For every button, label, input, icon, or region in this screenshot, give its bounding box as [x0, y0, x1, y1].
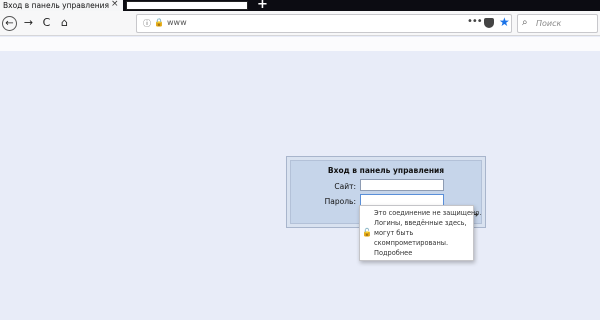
site-label: Сайт: [334, 182, 356, 191]
tab-title: Вход в панель управления [3, 1, 109, 10]
learn-more-link[interactable]: Подробнее [374, 249, 412, 257]
forward-icon[interactable]: → [21, 16, 36, 31]
page-top-strip [0, 37, 600, 51]
home-icon[interactable]: ⌂ [57, 16, 72, 31]
reload-icon[interactable]: C [39, 16, 54, 31]
warning-text: Это соединение не защищено. [374, 209, 482, 217]
insecure-lock-icon[interactable]: 🔒 [154, 18, 164, 27]
search-input[interactable]: Поиск [536, 19, 561, 28]
search-icon: ⌕ [522, 17, 528, 28]
navigation-bar: ← → C ⌂ ⓘ 🔒 www ••• ★ ⌕ Поиск [0, 11, 600, 36]
warning-text: Логины, введённые здесь, [374, 219, 467, 227]
tab-close-icon[interactable]: × [111, 0, 119, 9]
url-text[interactable]: www [167, 18, 187, 27]
tab-inactive[interactable] [126, 1, 248, 10]
info-icon[interactable]: ⓘ [143, 18, 151, 29]
page-actions-icon[interactable]: ••• [467, 16, 483, 27]
url-bar[interactable]: ⓘ 🔒 www ••• ★ [136, 14, 512, 33]
pocket-icon[interactable] [484, 18, 494, 28]
back-icon[interactable]: ← [2, 16, 17, 31]
password-label: Пароль: [324, 197, 356, 206]
site-input[interactable] [360, 179, 444, 191]
login-title: Вход в панель управления [327, 166, 445, 175]
search-bar[interactable]: ⌕ Поиск [517, 14, 598, 33]
tab-active[interactable]: Вход в панель управления × [0, 0, 123, 11]
warning-text: скомпрометированы. [374, 239, 449, 247]
insecure-lock-icon: 🔓 [362, 228, 372, 237]
warning-text: могут быть [374, 229, 414, 237]
bookmark-star-icon[interactable]: ★ [499, 15, 510, 29]
